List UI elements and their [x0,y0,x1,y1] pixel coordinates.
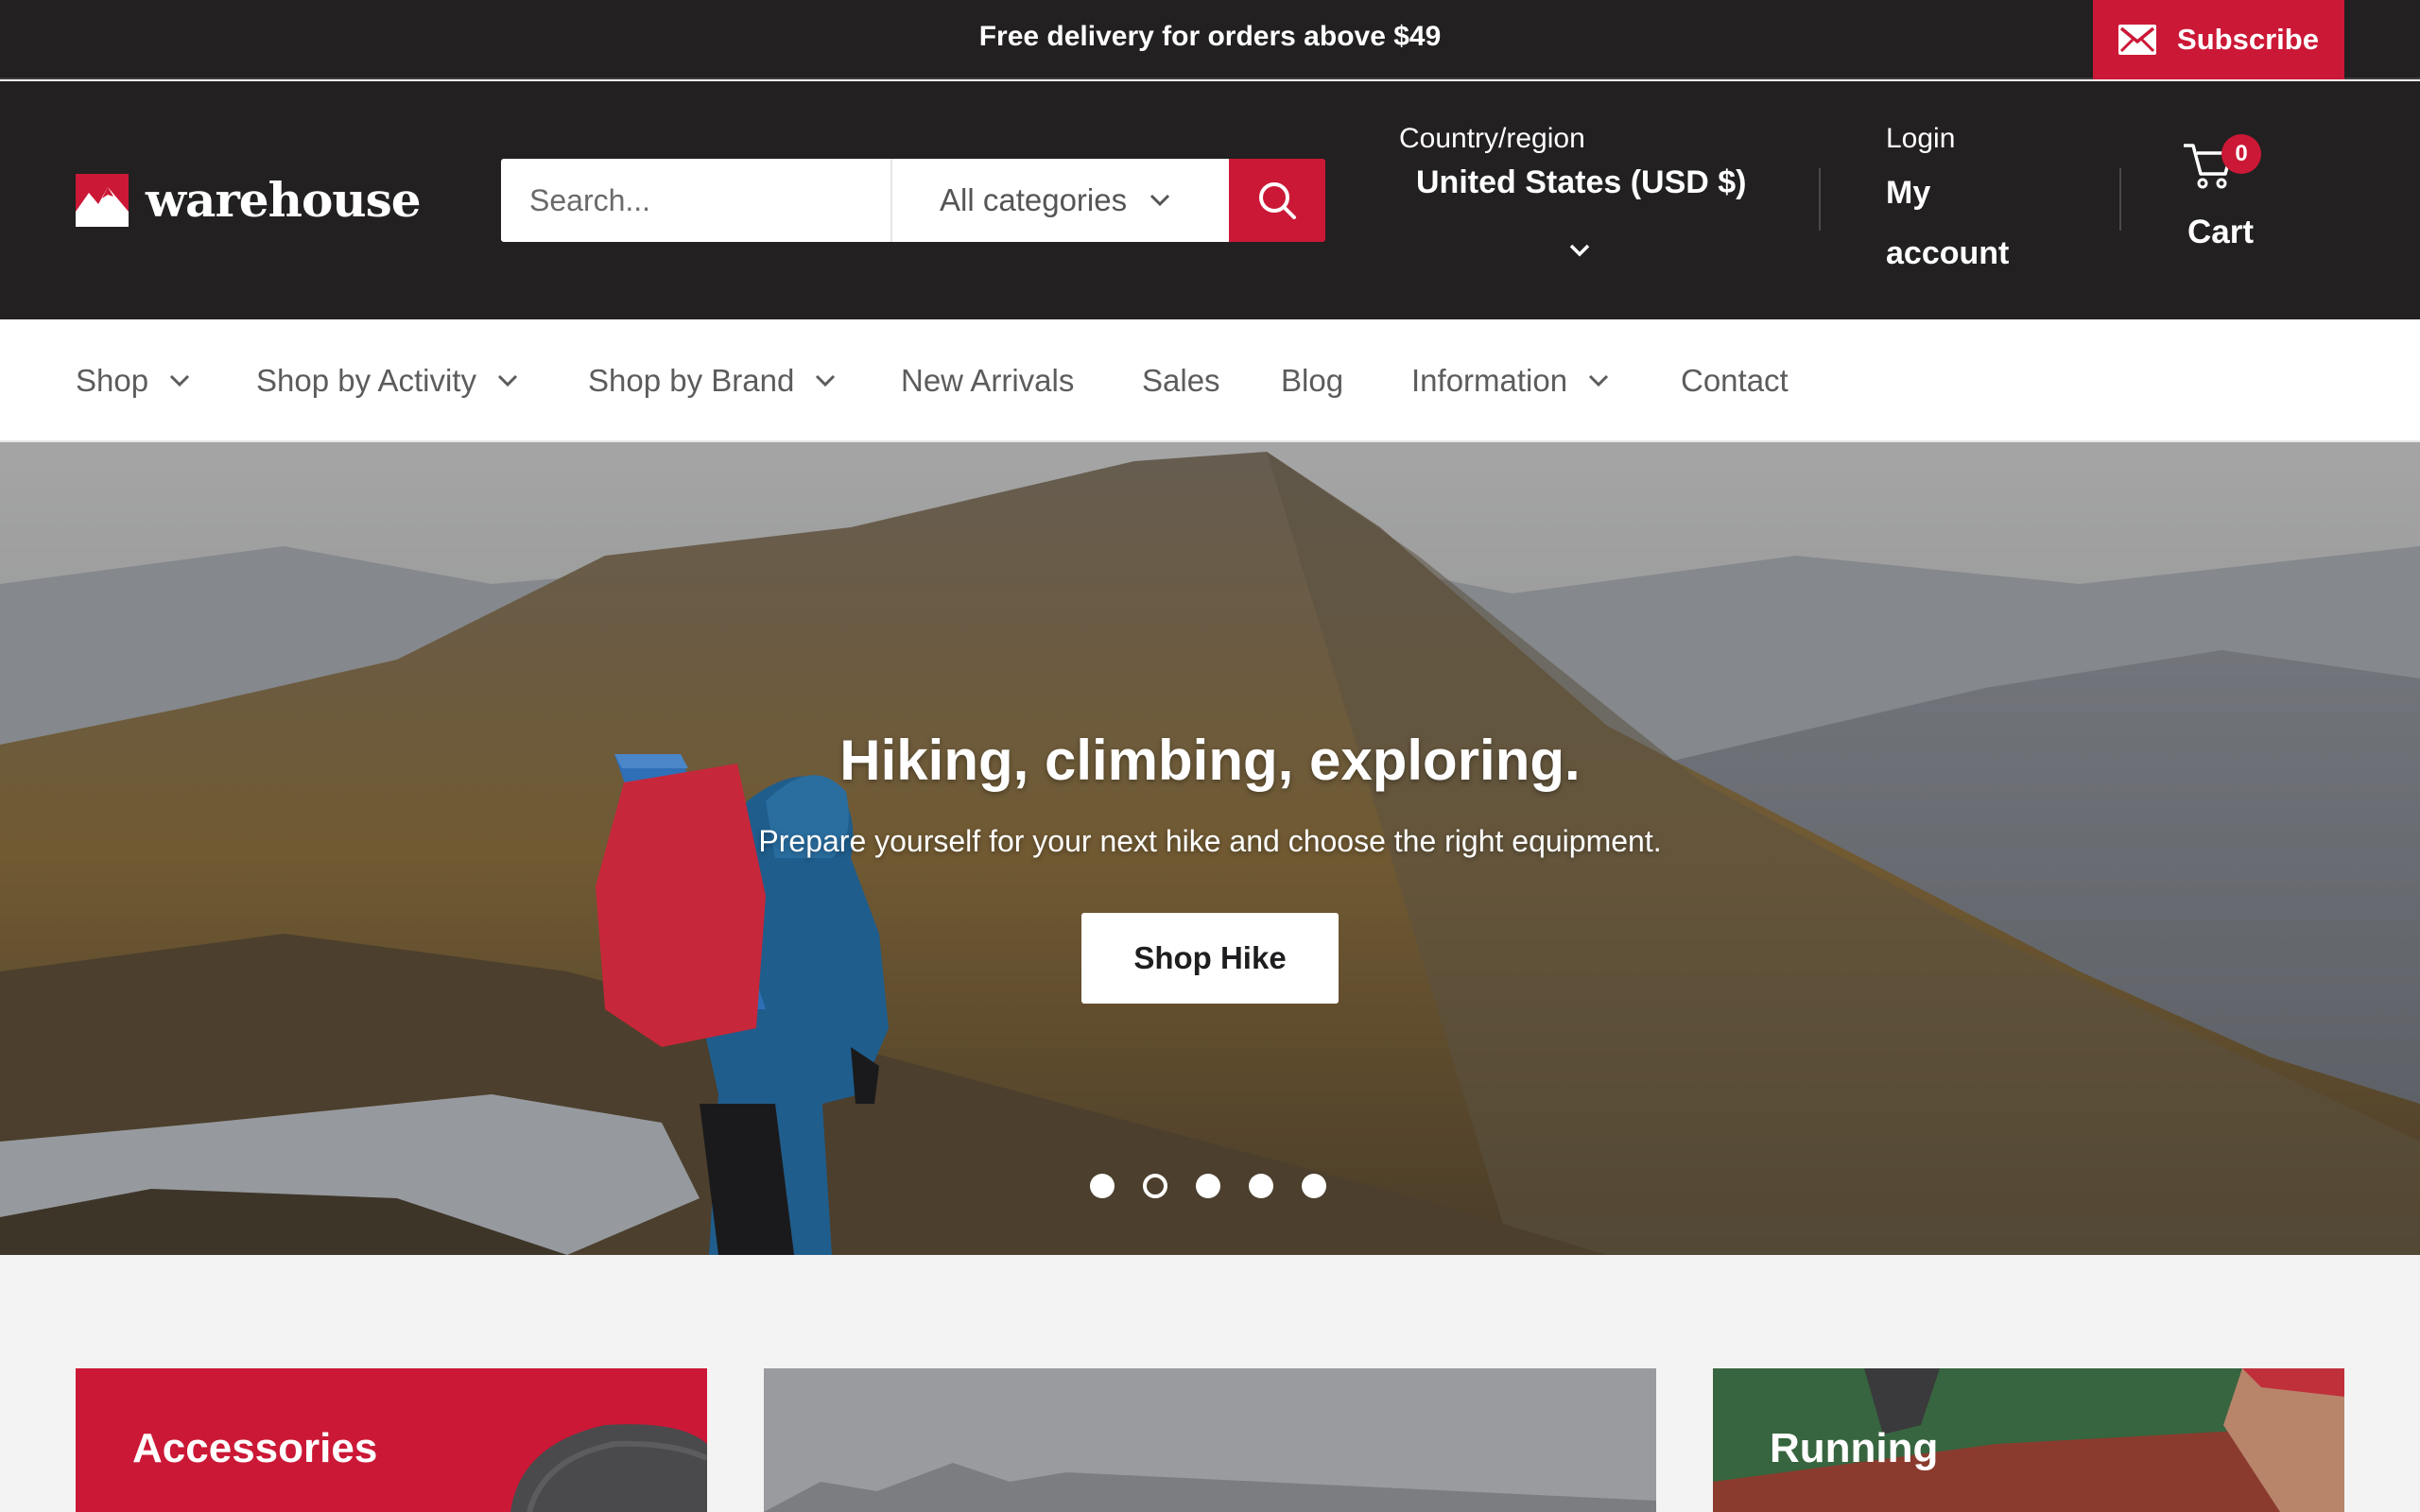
slide-dot[interactable] [1196,1174,1220,1198]
search-button[interactable] [1229,159,1325,242]
logo-wordmark: warehouse [146,172,422,228]
nav-item-sales[interactable]: Sales [1142,363,1220,399]
chevron-down-icon [497,374,518,387]
subscribe-label: Subscribe [2177,23,2319,56]
category-select[interactable]: All categories [890,159,1229,242]
announcement-text: Free delivery for orders above $49 [978,21,1442,52]
announcement-bar: Free delivery for orders above $49 Subsc… [0,0,2420,79]
slideshow-dots [1090,1174,1326,1198]
nav-item-shop[interactable]: Shop [76,363,190,399]
nav-item-new-arrivals[interactable]: New Arrivals [901,363,1074,399]
slide-dot[interactable] [1090,1174,1115,1198]
cart-count-badge: 0 [2221,134,2261,174]
nav-item-shop-by-brand[interactable]: Shop by Brand [588,363,836,399]
chevron-down-icon[interactable] [1569,244,1590,257]
main-nav: Shop Shop by Activity Shop by Brand New … [0,319,2420,442]
collection-card-climbing[interactable] [764,1368,1656,1512]
collection-image [764,1368,1656,1512]
shop-hike-button[interactable]: Shop Hike [1081,913,1339,1004]
header-divider [1819,168,1821,231]
hero-title: Hiking, climbing, exploring. [839,729,1581,792]
account-link[interactable]: Login My account [1886,123,2018,284]
nav-item-label: Shop by Brand [588,363,795,398]
nav-item-label: Shop by Activity [256,363,476,398]
search-icon [1259,182,1296,219]
account-value[interactable]: My account [1886,163,2018,284]
nav-item-label: Blog [1281,363,1344,398]
nav-item-information[interactable]: Information [1411,363,1609,399]
account-label: Login [1886,123,1956,154]
nav-item-contact[interactable]: Contact [1681,363,1789,399]
nav-item-label: Information [1411,363,1568,398]
collection-card-accessories[interactable]: Accessories [76,1368,707,1512]
cart-label: Cart [2187,214,2255,250]
subscribe-button[interactable]: Subscribe [2093,0,2344,79]
nav-item-label: Shop [76,363,149,398]
header-divider [2119,168,2121,231]
nav-item-label: Sales [1142,363,1220,398]
category-select-value: All categories [940,182,1128,217]
country-selector[interactable]: Country/region United States (USD $) [1399,123,1758,201]
logo[interactable]: warehouse [76,172,422,228]
collection-title: Running [1770,1425,1939,1471]
chevron-down-icon [1589,374,1609,387]
mail-icon [2118,25,2157,55]
collection-title: Accessories [132,1425,378,1471]
nav-item-blog[interactable]: Blog [1281,363,1343,399]
nav-item-shop-by-activity[interactable]: Shop by Activity [256,363,518,399]
site-header: warehouse All categories Country/region … [0,81,2420,319]
chevron-down-icon [170,374,190,387]
slide-dot[interactable] [1249,1174,1273,1198]
chevron-down-icon [816,374,836,387]
country-label: Country/region [1399,123,1585,154]
slide-dot-active[interactable] [1143,1174,1167,1198]
hero-slideshow: Hiking, climbing, exploring. Prepare you… [0,442,2420,1255]
collection-card-running[interactable]: Running [1713,1368,2344,1512]
chevron-down-icon [1150,194,1170,207]
search-bar: All categories [501,159,1325,242]
hero-subtitle: Prepare yourself for your next hike and … [758,824,1662,858]
nav-item-label: New Arrivals [901,363,1075,398]
mountain-logo-icon [76,173,129,227]
search-input[interactable] [501,159,890,242]
nav-item-label: Contact [1681,363,1789,398]
country-value[interactable]: United States (USD $) [1416,164,1758,201]
slide-dot[interactable] [1302,1174,1326,1198]
